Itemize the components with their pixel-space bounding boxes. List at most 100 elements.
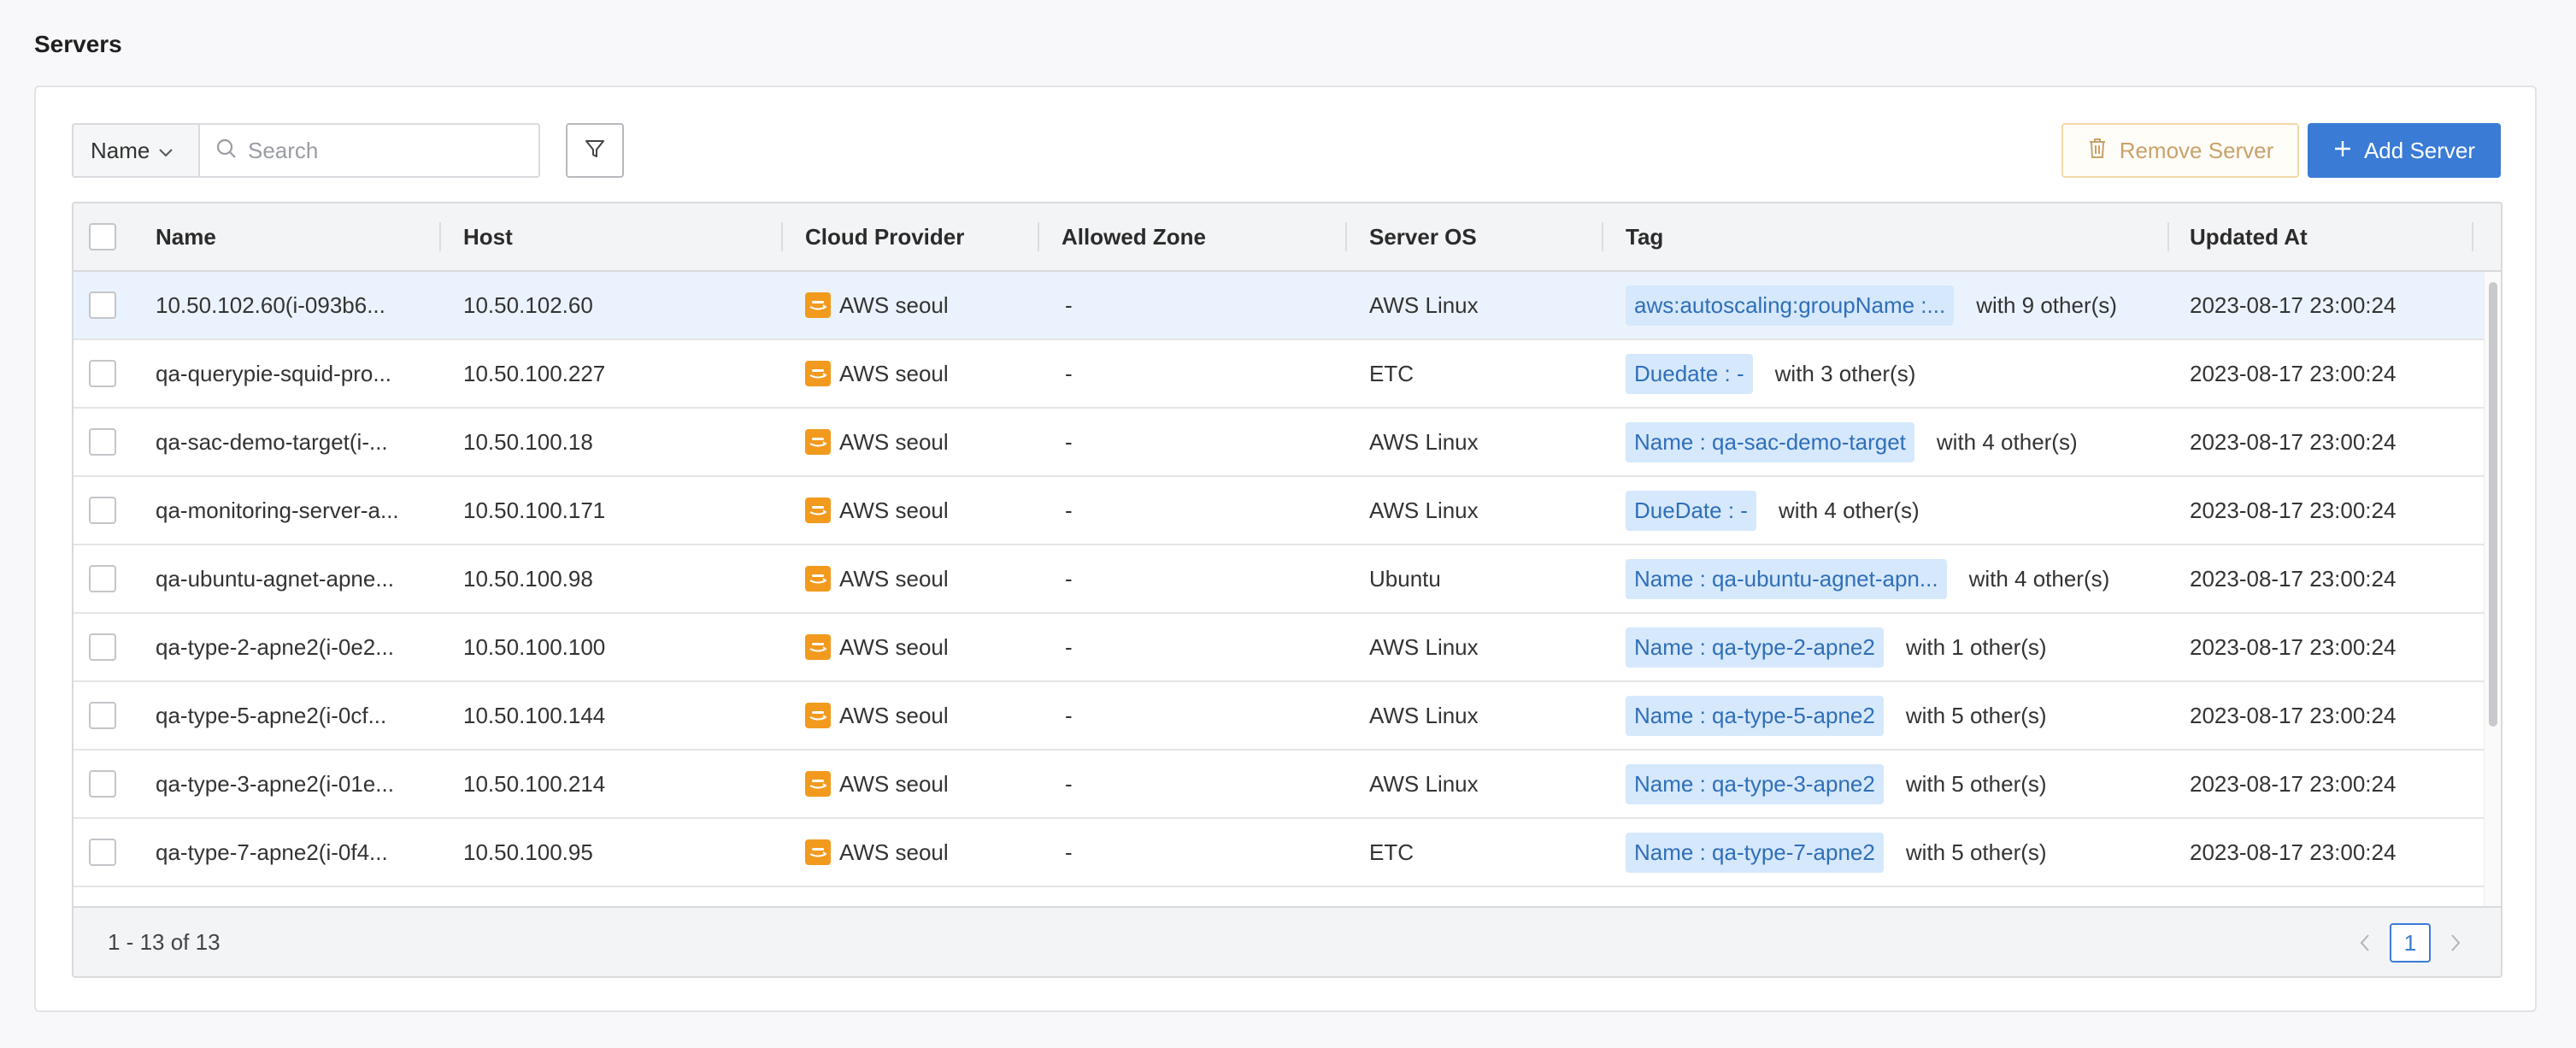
- tag-badge[interactable]: Name : qa-type-3-apne2: [1626, 763, 1884, 804]
- cell-server-name[interactable]: qa-sac-demo-target(i-...: [156, 409, 426, 475]
- tag-more-link[interactable]: with 5 other(s): [1906, 839, 2047, 866]
- column-divider[interactable]: [439, 222, 441, 251]
- cell-host: 10.50.100.227: [463, 360, 606, 386]
- cell-cloud-provider: AWS seoul: [805, 477, 949, 544]
- cell-server-name[interactable]: qa-ubuntu-agnet-apne...: [156, 545, 426, 612]
- column-header-server-os[interactable]: Server OS: [1369, 203, 1477, 270]
- tag-badge[interactable]: Name : qa-type-7-apne2: [1626, 832, 1884, 873]
- tag-badge[interactable]: Name : qa-type-2-apne2: [1626, 627, 1884, 668]
- cell-server-os: ETC: [1369, 360, 1414, 386]
- cell-provider-label: AWS seoul: [839, 633, 949, 660]
- column-header-name[interactable]: Name: [156, 203, 216, 270]
- column-header-tag[interactable]: Tag: [1626, 203, 1663, 270]
- row-checkbox[interactable]: [89, 497, 116, 524]
- tag-badge[interactable]: Name : qa-sac-demo-target: [1626, 421, 1914, 462]
- row-checkbox[interactable]: [89, 360, 116, 387]
- tag-badge[interactable]: Name : qa-ubuntu-agnet-apn...: [1626, 558, 1947, 599]
- tag-more-link[interactable]: with 5 other(s): [1906, 771, 2047, 798]
- cell-provider-label: AWS seoul: [839, 360, 949, 386]
- table-header: Name Host Cloud Provider Allowed Zone Se…: [74, 203, 2501, 272]
- tag-badge[interactable]: Name : qa-type-5-apne2: [1626, 695, 1884, 736]
- add-server-label: Add Server: [2363, 137, 2476, 163]
- column-divider[interactable]: [2472, 222, 2473, 251]
- cell-server-name[interactable]: qa-type-5-apne2(i-0cf...: [156, 682, 426, 749]
- row-checkbox[interactable]: [89, 633, 116, 661]
- tag-badge[interactable]: Duedate : -: [1626, 353, 1753, 394]
- page-number-button[interactable]: 1: [2390, 923, 2431, 963]
- cell-tag: Name : qa-type-5-apne2 with 5 other(s): [1626, 682, 2047, 749]
- search-input[interactable]: [248, 137, 521, 164]
- cell-updated-at: 2023-08-17 23:00:24: [2190, 839, 2397, 865]
- trash-icon: [2087, 137, 2108, 165]
- cell-server-os: Ubuntu: [1369, 565, 1441, 592]
- filter-button[interactable]: [566, 123, 624, 178]
- toolbar: Name Remove Server Add Ser: [72, 123, 2501, 178]
- cell-server-name[interactable]: qa-type-2-apne2(i-0e2...: [156, 614, 426, 680]
- aws-icon: [805, 566, 831, 592]
- tag-more-link[interactable]: with 3 other(s): [1775, 361, 1916, 387]
- column-divider[interactable]: [1602, 222, 1603, 251]
- aws-icon: [805, 703, 831, 728]
- tag-badge[interactable]: aws:autoscaling:groupName :...: [1626, 285, 1955, 326]
- cell-provider-label: AWS seoul: [839, 839, 949, 865]
- cell-server-name[interactable]: qa-monitoring-server-a...: [156, 477, 426, 544]
- table-row[interactable]: qa-type-7-apne2(i-0f4... 10.50.100.95 AWS …: [74, 819, 2485, 887]
- cell-tag: Name : qa-type-7-apne2 with 5 other(s): [1626, 819, 2047, 886]
- row-checkbox[interactable]: [89, 702, 116, 729]
- remove-server-button[interactable]: Remove Server: [2061, 123, 2299, 178]
- cell-host: 10.50.100.144: [463, 702, 606, 728]
- column-divider[interactable]: [1345, 222, 1347, 251]
- column-header-allowed-zone[interactable]: Allowed Zone: [1062, 203, 1206, 270]
- cell-updated-at: 2023-08-17 23:00:24: [2190, 770, 2397, 797]
- cell-server-name[interactable]: 10.50.102.60(i-093b6...: [156, 272, 426, 339]
- cell-server-name[interactable]: qa-type-3-apne2(i-01e...: [156, 751, 426, 817]
- chevron-right-icon[interactable]: [2443, 923, 2468, 963]
- column-header-updated-at[interactable]: Updated At: [2190, 203, 2308, 270]
- column-divider[interactable]: [2167, 222, 2169, 251]
- table-scrollbar-thumb[interactable]: [2489, 282, 2497, 727]
- cell-allowed-zone: -: [1065, 428, 1073, 455]
- cell-tag: Duedate : - with 3 other(s): [1626, 340, 1915, 407]
- table-row[interactable]: qa-sac-demo-target(i-... 10.50.100.18 AWS …: [74, 409, 2485, 477]
- row-checkbox[interactable]: [89, 565, 116, 592]
- table-row[interactable]: qa-type-2-apne2(i-0e2... 10.50.100.100 AWS…: [74, 614, 2485, 682]
- row-checkbox[interactable]: [89, 770, 116, 798]
- add-server-button[interactable]: Add Server: [2308, 123, 2501, 178]
- table-row[interactable]: qa-querypie-squid-pro... 10.50.100.227 AWS…: [74, 340, 2485, 409]
- column-divider[interactable]: [1038, 222, 1039, 251]
- tag-more-link[interactable]: with 9 other(s): [1976, 292, 2117, 319]
- column-header-host[interactable]: Host: [463, 203, 513, 270]
- tag-more-link[interactable]: with 1 other(s): [1906, 634, 2047, 661]
- row-checkbox[interactable]: [89, 428, 116, 456]
- cell-provider-label: AWS seoul: [839, 291, 949, 318]
- table-row[interactable]: qa-type-3-apne2(i-01e... 10.50.100.214 AWS…: [74, 751, 2485, 819]
- cell-server-name[interactable]: qa-type-7-apne2(i-0f4...: [156, 819, 426, 886]
- column-divider[interactable]: [781, 222, 783, 251]
- column-header-cloud-provider[interactable]: Cloud Provider: [805, 203, 964, 270]
- table-footer: 1 - 13 of 13 1: [74, 906, 2501, 976]
- cell-cloud-provider: AWS seoul: [805, 614, 949, 680]
- aws-icon: [805, 771, 831, 797]
- cell-cloud-provider: AWS seoul: [805, 409, 949, 475]
- search-field-select[interactable]: Name: [72, 123, 198, 178]
- row-count-text: 1 - 13 of 13: [108, 928, 221, 955]
- tag-more-link[interactable]: with 4 other(s): [1969, 566, 2110, 592]
- select-all-checkbox[interactable]: [89, 223, 116, 250]
- row-checkbox[interactable]: [89, 291, 116, 319]
- table-row[interactable]: 10.50.102.60(i-093b6... 10.50.102.60 AWS s…: [74, 272, 2485, 340]
- table-row[interactable]: qa-ubuntu-agnet-apne... 10.50.100.98 AWS s…: [74, 545, 2485, 614]
- tag-more-link[interactable]: with 5 other(s): [1906, 703, 2047, 729]
- cell-updated-at: 2023-08-17 23:00:24: [2190, 497, 2397, 523]
- cell-provider-label: AWS seoul: [839, 770, 949, 797]
- row-checkbox[interactable]: [89, 839, 116, 866]
- cell-cloud-provider: AWS seoul: [805, 340, 949, 407]
- tag-more-link[interactable]: with 4 other(s): [1779, 498, 1920, 524]
- cell-tag: Name : qa-type-3-apne2 with 5 other(s): [1626, 751, 2047, 817]
- cell-server-name[interactable]: qa-querypie-squid-pro...: [156, 340, 426, 407]
- table-row[interactable]: qa-type-5-apne2(i-0cf... 10.50.100.144 AWS…: [74, 682, 2485, 751]
- tag-badge[interactable]: DueDate : -: [1626, 490, 1756, 531]
- table-row[interactable]: qa-monitoring-server-a... 10.50.100.171 AW…: [74, 477, 2485, 545]
- cell-updated-at: 2023-08-17 23:00:24: [2190, 291, 2397, 318]
- chevron-left-icon[interactable]: [2352, 923, 2378, 963]
- tag-more-link[interactable]: with 4 other(s): [1937, 429, 2078, 456]
